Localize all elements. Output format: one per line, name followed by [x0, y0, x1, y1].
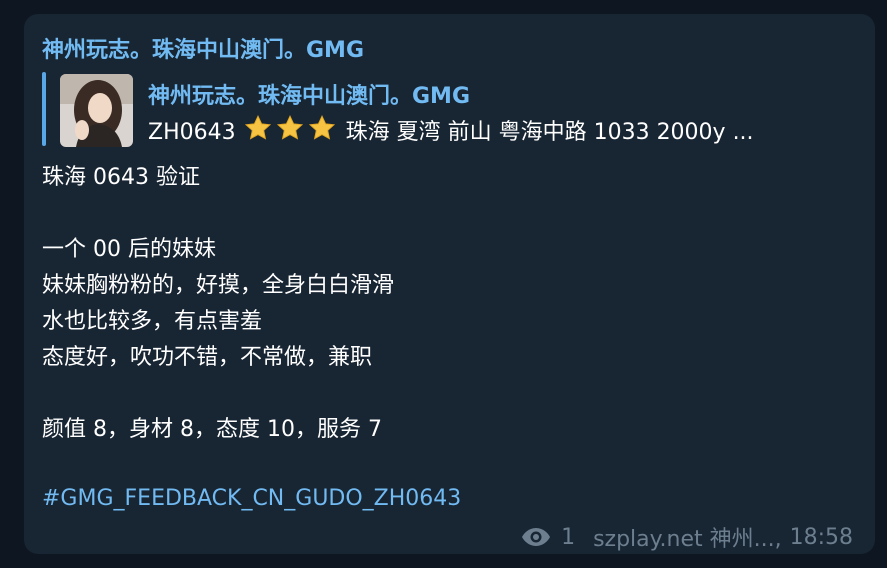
- author-signature: szplay.net 神州...,: [593, 527, 782, 552]
- message-line: [42, 376, 394, 412]
- message-time: 18:58: [789, 524, 853, 550]
- star-rating: [244, 114, 340, 148]
- message-line: 一个 00 后的妹妹: [42, 237, 216, 262]
- reply-thumbnail: [60, 74, 133, 147]
- reply-author: 神州玩志。珠海中山澳门。GMG: [148, 84, 471, 109]
- reply-accent-bar: [42, 72, 46, 146]
- message-meta: 1 szplay.net 神州..., 18:58: [521, 521, 853, 553]
- message-line: 颜值 8，身材 8，态度 10，服务 7: [42, 417, 382, 442]
- reply-snippet: ZH0643 珠海 夏湾 前山 粤海中路 1033 2000y ...: [148, 114, 848, 148]
- message-line: 妹妹胸粉粉的，好摸，全身白白滑滑: [42, 273, 395, 298]
- message-line: 水也比较多，有点害羞: [42, 309, 263, 334]
- star-icon: [308, 115, 335, 140]
- reply-preview[interactable]: 神州玩志。珠海中山澳门。GMG ZH0643 珠海 夏湾 前山 粤海中路 1033…: [42, 72, 857, 148]
- message-body: 珠海 0643 验证 一个 00 后的妹妹 妹妹胸粉粉的，好摸，全身白白滑滑 水…: [42, 160, 394, 448]
- message-line: 珠海 0643 验证: [42, 165, 200, 190]
- reply-preview-text: 珠海 夏湾 前山 粤海中路 1033 2000y ...: [345, 120, 754, 145]
- message-line: [42, 196, 394, 232]
- view-count: 1: [561, 524, 576, 550]
- eye-icon: [521, 527, 551, 547]
- hashtag-link[interactable]: #GMG_FEEDBACK_CN_GUDO_ZH0643: [42, 486, 461, 511]
- star-icon: [244, 115, 271, 140]
- message-sender[interactable]: 神州玩志。珠海中山澳门。GMG: [42, 32, 364, 64]
- star-icon: [276, 115, 303, 140]
- message-line: 态度好，吹功不错，不常做，兼职: [42, 345, 373, 370]
- reply-code: ZH0643: [148, 120, 236, 145]
- message-bubble: 神州玩志。珠海中山澳门。GMG 神州玩志。珠海中山澳门。GMG ZH0643 珠海…: [24, 14, 875, 554]
